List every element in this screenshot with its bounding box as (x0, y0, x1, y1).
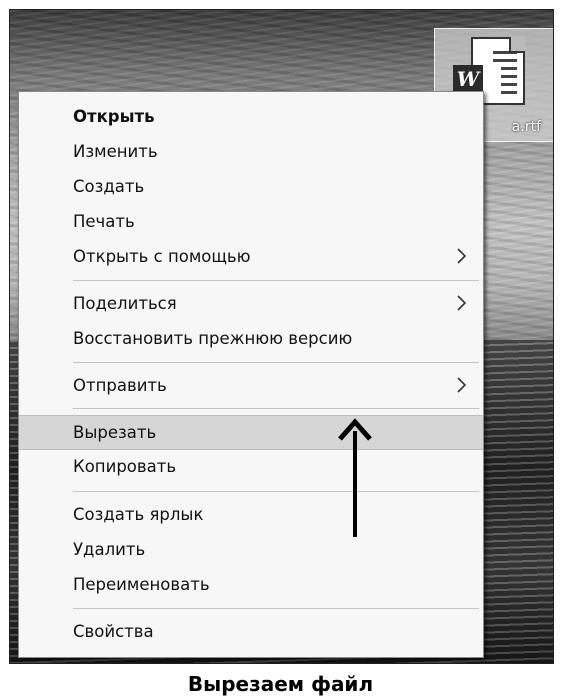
menu-separator (73, 491, 479, 492)
menu-separator (73, 608, 479, 609)
menu-separator (73, 362, 479, 363)
menu-item-open-with[interactable]: Открыть с помощью (19, 240, 483, 273)
menu-item-send-to[interactable]: Отправить (19, 369, 483, 402)
menu-item-restore-previous-version[interactable]: Восстановить прежнюю версию (19, 322, 483, 355)
context-menu: Открыть Изменить Создать Печать Открыть … (18, 91, 484, 658)
chevron-right-icon (457, 377, 467, 393)
menu-item-delete[interactable]: Удалить (19, 533, 483, 566)
menu-item-open[interactable]: Открыть (19, 100, 483, 133)
menu-item-new[interactable]: Создать (19, 170, 483, 203)
menu-item-label: Отправить (73, 376, 167, 395)
menu-item-label: Изменить (73, 142, 158, 161)
menu-item-label: Открыть с помощью (73, 247, 251, 266)
menu-item-label: Копировать (73, 457, 177, 476)
menu-item-properties[interactable]: Свойства (19, 615, 483, 648)
menu-item-cut[interactable]: Вырезать (19, 415, 483, 450)
menu-item-label: Открыть (73, 107, 155, 126)
file-name-label: a.rtf (511, 119, 541, 135)
menu-item-label: Создать (73, 177, 145, 196)
chevron-right-icon (457, 248, 467, 264)
up-arrow-icon (338, 418, 372, 537)
menu-item-copy[interactable]: Копировать (19, 450, 483, 483)
figure-caption: Вырезаем файл (187, 672, 374, 696)
menu-item-create-shortcut[interactable]: Создать ярлык (19, 498, 483, 531)
menu-item-label: Переименовать (73, 575, 210, 594)
menu-item-label: Восстановить прежнюю версию (73, 329, 353, 348)
menu-item-label: Вырезать (73, 423, 157, 442)
menu-item-share[interactable]: Поделиться (19, 287, 483, 320)
menu-item-label: Поделиться (73, 294, 177, 313)
menu-item-rename[interactable]: Переименовать (19, 568, 483, 601)
menu-item-label: Создать ярлык (73, 505, 204, 524)
menu-item-label: Свойства (73, 622, 154, 641)
menu-item-edit[interactable]: Изменить (19, 135, 483, 168)
menu-separator (73, 408, 479, 409)
chevron-right-icon (457, 295, 467, 311)
menu-item-label: Печать (73, 212, 135, 231)
menu-item-label: Удалить (73, 540, 146, 559)
word-badge: W (453, 65, 483, 93)
menu-item-print[interactable]: Печать (19, 205, 483, 238)
menu-separator (73, 280, 479, 281)
